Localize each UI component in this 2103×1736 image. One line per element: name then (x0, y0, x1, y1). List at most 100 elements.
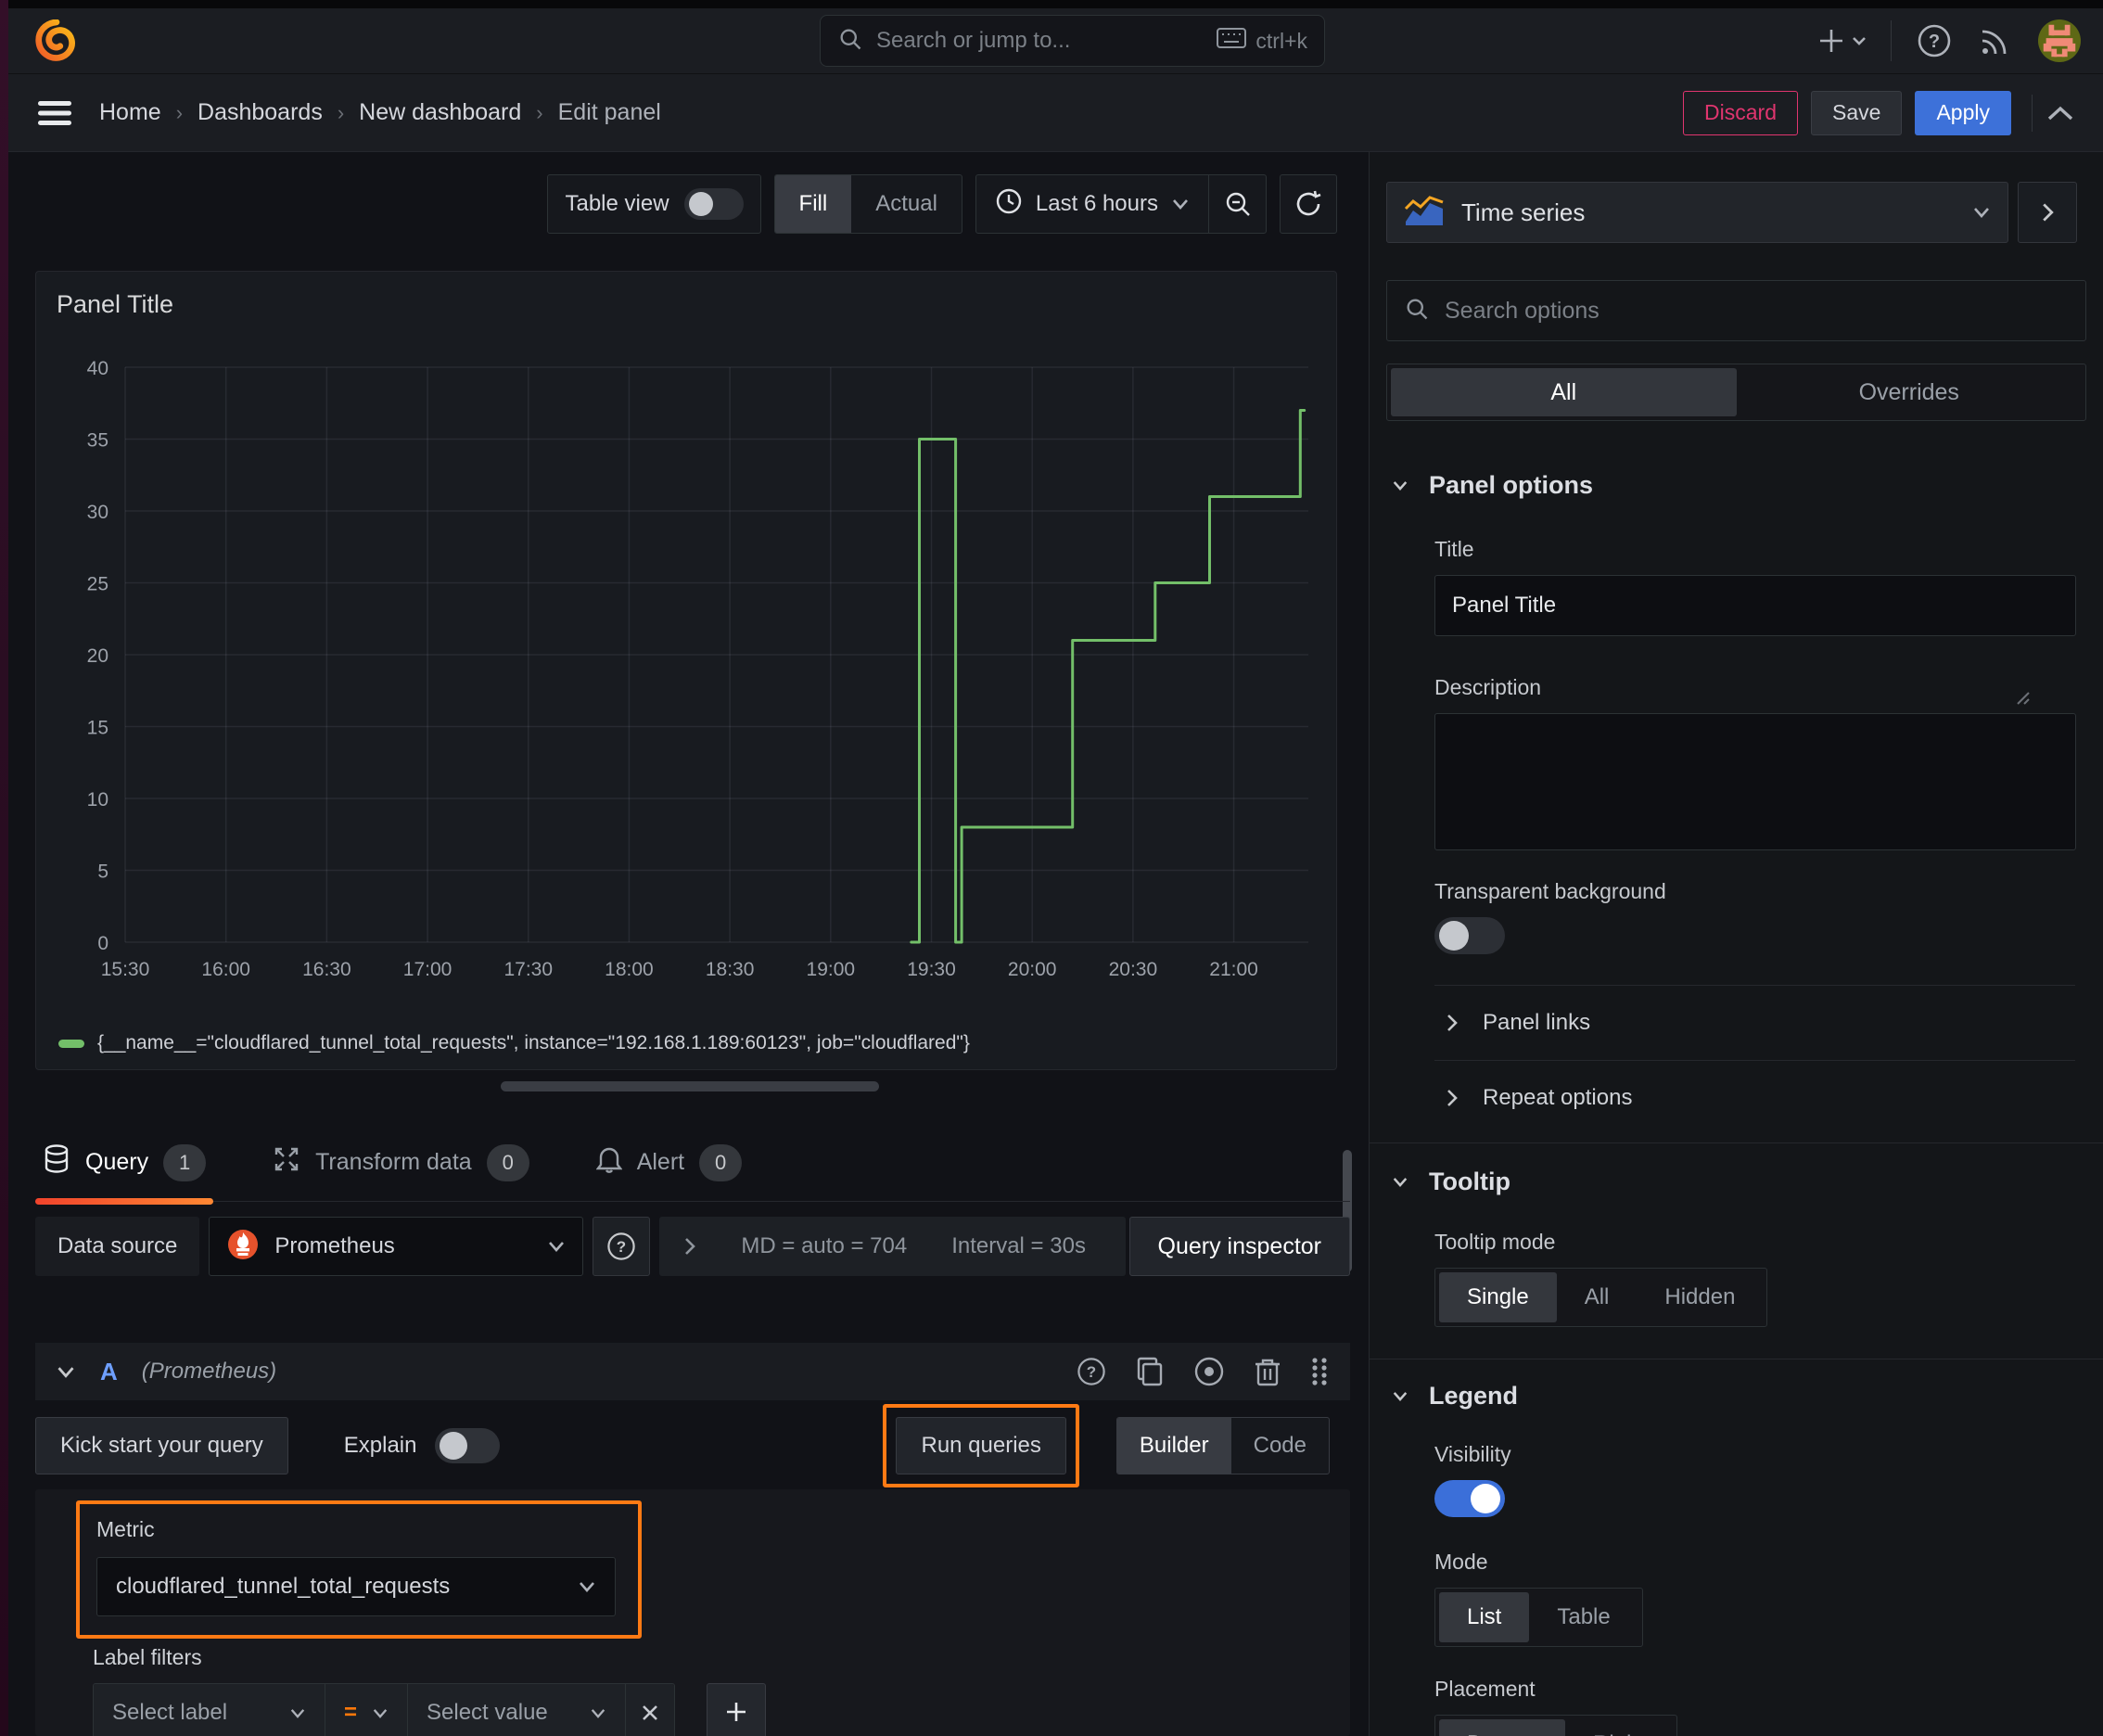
query-ref-id[interactable]: A (100, 1358, 118, 1386)
time-series-panel[interactable]: Panel Title 0 5 10 15 20 25 30 35 40 15:30 16:00 16… (35, 271, 1337, 1070)
duplicate-query-icon[interactable] (1135, 1356, 1165, 1387)
table-view-control: Table view (547, 174, 761, 234)
operator-dropdown[interactable]: = (325, 1684, 409, 1736)
tooltip-mode-all[interactable]: All (1557, 1272, 1638, 1322)
tab-all-options[interactable]: All (1391, 368, 1737, 416)
refresh-button[interactable] (1280, 174, 1337, 234)
collapse-chevron-down-icon[interactable] (56, 1365, 76, 1379)
table-view-toggle[interactable] (683, 188, 744, 220)
tab-query[interactable]: Query 1 (35, 1124, 214, 1205)
help-icon[interactable]: ? (1916, 22, 1953, 59)
time-range-picker[interactable]: Last 6 hours (976, 175, 1208, 233)
panel-links-heading: Panel links (1483, 1010, 1591, 1035)
legend-placement-right[interactable]: Right (1565, 1719, 1673, 1736)
legend-visibility-toggle[interactable] (1434, 1480, 1505, 1517)
x-tick-label: 21:00 (1209, 959, 1258, 980)
builder-option[interactable]: Builder (1116, 1418, 1231, 1474)
legend-mode-table[interactable]: Table (1529, 1592, 1638, 1642)
legend-mode-list[interactable]: List (1439, 1592, 1530, 1642)
transparent-bg-toggle[interactable] (1434, 917, 1505, 954)
label-filter-group: Select label = Select value (93, 1683, 676, 1736)
y-tick-label: 25 (87, 574, 108, 595)
select-label-dropdown[interactable]: Select label (94, 1684, 325, 1736)
legend-placement-bottom[interactable]: Bottom (1439, 1719, 1566, 1736)
tooltip-mode-hidden[interactable]: Hidden (1637, 1272, 1763, 1322)
x-tick-label: 15:30 (101, 959, 150, 980)
repeat-options-section-header[interactable]: Repeat options (1370, 1061, 2103, 1135)
hide-query-eye-icon[interactable] (1192, 1355, 1226, 1388)
breadcrumb-new-dashboard[interactable]: New dashboard (359, 99, 521, 126)
actions-divider (2032, 94, 2033, 132)
max-data-points-stat: MD = auto = 704 (741, 1233, 908, 1258)
breadcrumb: Home › Dashboards › New dashboard › Edit… (99, 99, 661, 126)
legend-section-header[interactable]: Legend (1370, 1382, 2103, 1410)
delete-query-trash-icon[interactable] (1254, 1356, 1281, 1387)
actual-option[interactable]: Actual (851, 175, 962, 233)
query-options-summary[interactable]: MD = auto = 704 Interval = 30s (659, 1217, 1126, 1276)
menu-hamburger-icon[interactable] (36, 99, 73, 127)
run-queries-button[interactable]: Run queries (896, 1417, 1066, 1474)
tooltip-heading: Tooltip (1429, 1168, 1510, 1195)
collapse-header-chevron-up-icon[interactable] (2046, 104, 2075, 122)
query-inspector-button[interactable]: Query inspector (1128, 1217, 1350, 1276)
add-dropdown-button[interactable] (1818, 26, 1867, 56)
series-legend-label[interactable]: {__name__="cloudflared_tunnel_total_requ… (97, 1032, 970, 1054)
drag-query-grip-icon[interactable] (1309, 1356, 1330, 1387)
series-line[interactable] (910, 409, 1306, 944)
svg-text:?: ? (1087, 1363, 1096, 1381)
save-button[interactable]: Save (1811, 90, 1903, 135)
zoom-out-time-button[interactable] (1208, 175, 1266, 233)
breadcrumb-bar: Home › Dashboards › New dashboard › Edit… (8, 73, 2103, 152)
datasource-help-button[interactable]: ? (593, 1217, 651, 1276)
kick-start-query-button[interactable]: Kick start your query (35, 1417, 288, 1474)
y-tick-label: 20 (87, 645, 108, 667)
add-filter-button[interactable] (707, 1683, 767, 1736)
code-option[interactable]: Code (1231, 1418, 1329, 1474)
x-tick-label: 19:00 (807, 959, 856, 980)
select-value-placeholder: Select value (427, 1700, 548, 1725)
fill-option[interactable]: Fill (774, 175, 852, 233)
tab-alert[interactable]: Alert 0 (589, 1124, 749, 1201)
panel-links-section-header[interactable]: Panel links (1370, 986, 2103, 1060)
close-icon (643, 1705, 657, 1720)
description-textarea[interactable] (1434, 713, 2076, 850)
query-help-icon[interactable]: ? (1076, 1356, 1107, 1387)
metric-select[interactable]: cloudflared_tunnel_total_requests (96, 1557, 616, 1616)
news-broadcast-icon[interactable] (1977, 22, 2014, 59)
breadcrumb-dashboards[interactable]: Dashboards (198, 99, 323, 126)
options-search-input[interactable] (1445, 297, 2069, 325)
grafana-logo[interactable] (34, 19, 77, 62)
remove-filter-button[interactable] (626, 1684, 675, 1736)
visualization-picker[interactable]: Time series (1386, 182, 2008, 243)
panel-options-section-header[interactable]: Panel options (1370, 471, 2103, 500)
edit-actions: Discard Save Apply (1683, 90, 2075, 135)
toggle-knob (1471, 1484, 1500, 1513)
breadcrumb-home[interactable]: Home (99, 99, 161, 126)
panel-title-input[interactable] (1434, 575, 2076, 636)
chevron-down-icon (1974, 208, 1989, 218)
explain-toggle[interactable] (435, 1428, 501, 1463)
pane-resize-handle[interactable] (501, 1081, 879, 1091)
query-row-header[interactable]: A (Prometheus) ? (35, 1343, 1350, 1400)
tooltip-mode-single[interactable]: Single (1439, 1272, 1557, 1322)
textarea-resize-handle[interactable] (2010, 685, 2031, 706)
title-field-label: Title (1434, 537, 1474, 561)
discard-button[interactable]: Discard (1683, 90, 1799, 135)
legend-mode-label: Mode (1434, 1550, 1488, 1574)
options-search[interactable] (1386, 280, 2086, 341)
global-search[interactable]: Search or jump to... ctrl+k (820, 15, 1325, 67)
operator-value: = (344, 1700, 358, 1725)
tab-overrides[interactable]: Overrides (1737, 368, 2083, 416)
time-series-chart[interactable]: 0 5 10 15 20 25 30 35 40 15:30 16:00 16:30 17:00 17:3… (36, 323, 1336, 983)
chevron-down-icon (1393, 1178, 1408, 1188)
breadcrumb-edit-panel: Edit panel (557, 99, 661, 125)
toggle-viz-picker-button[interactable] (2018, 182, 2077, 243)
datasource-picker[interactable]: Prometheus (209, 1217, 584, 1276)
tab-transform-data[interactable]: Transform data 0 (265, 1124, 537, 1201)
panel-title: Panel Title (57, 290, 174, 318)
select-value-dropdown[interactable]: Select value (408, 1684, 627, 1736)
apply-button[interactable]: Apply (1915, 90, 2011, 135)
database-icon (43, 1144, 70, 1181)
tooltip-section-header[interactable]: Tooltip (1370, 1168, 2103, 1196)
user-avatar[interactable] (2038, 19, 2081, 62)
